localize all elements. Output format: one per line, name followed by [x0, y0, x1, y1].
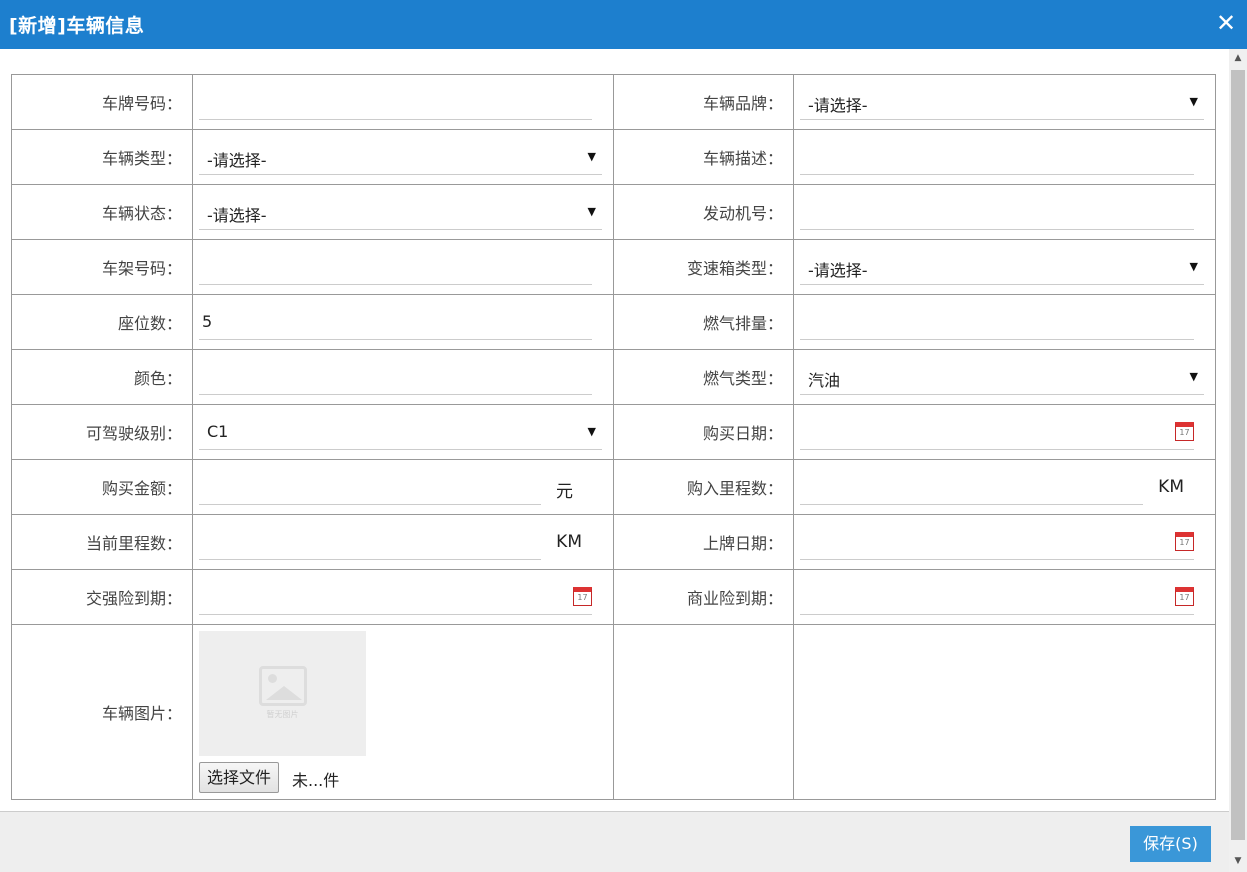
purchase-date-label: 购买日期： [613, 404, 794, 460]
scroll-up-icon[interactable]: ▲ [1229, 53, 1247, 65]
color-input[interactable] [199, 362, 592, 395]
seats-label: 座位数： [11, 294, 193, 350]
fuel-type-select-value: 汽油 [808, 371, 841, 390]
vehicle-form: 车牌号码： 车辆品牌： -请选择- ▼ 车辆类型： -请选择- ▼ 车辆描述： 车辆… [11, 74, 1216, 800]
brand-label: 车辆品牌： [613, 74, 794, 130]
purchase-amount-label: 购买金额： [11, 459, 193, 515]
status-select-value: -请选择- [207, 206, 267, 225]
transmission-select-value: -请选择- [808, 261, 868, 280]
file-name-text: 未...件 [292, 771, 340, 790]
current-mileage-input[interactable] [199, 527, 541, 560]
vertical-scrollbar[interactable]: ▲ ▼ [1229, 49, 1247, 872]
calendar-day: 17 [1179, 428, 1190, 437]
scrollbar-thumb[interactable] [1231, 70, 1245, 840]
displacement-input[interactable] [800, 307, 1194, 340]
commercial-insurance-input[interactable] [800, 582, 1194, 615]
current-mileage-label: 当前里程数： [11, 514, 193, 570]
close-icon[interactable]: ✕ [1215, 9, 1237, 37]
vehicle-type-label: 车辆类型： [11, 129, 193, 185]
license-class-label: 可驾驶级别： [11, 404, 193, 460]
dropdown-arrow-icon: ▼ [1189, 370, 1198, 383]
scroll-down-icon[interactable]: ▼ [1229, 856, 1247, 868]
calendar-day: 17 [577, 593, 588, 602]
plate-date-label: 上牌日期： [613, 514, 794, 570]
dropdown-arrow-icon: ▼ [1189, 260, 1198, 273]
color-label: 颜色： [11, 349, 193, 405]
dropdown-arrow-icon: ▼ [587, 425, 596, 438]
license-class-select-value: C1 [207, 422, 229, 441]
frame-number-label: 车架号码： [11, 239, 193, 295]
compulsory-insurance-label: 交强险到期： [11, 569, 193, 625]
transmission-label: 变速箱类型： [613, 239, 794, 295]
compulsory-insurance-input[interactable] [199, 582, 592, 615]
purchase-amount-unit: 元 [556, 482, 573, 502]
current-mileage-unit: KM [556, 532, 582, 552]
choose-file-button[interactable]: 选择文件 [199, 762, 280, 793]
purchase-mileage-input[interactable] [800, 472, 1143, 505]
plate-number-label: 车牌号码： [11, 74, 193, 130]
purchase-mileage-unit: KM [1158, 477, 1184, 497]
vehicle-type-select[interactable]: -请选择- ▼ [199, 142, 602, 175]
status-label: 车辆状态： [11, 184, 193, 240]
engine-number-input[interactable] [800, 197, 1194, 230]
vehicle-type-select-value: -请选择- [207, 151, 267, 170]
calendar-icon[interactable]: 17 [1175, 532, 1194, 551]
displacement-label: 燃气排量： [613, 294, 794, 350]
photo-label: 车辆图片： [11, 624, 193, 800]
engine-number-label: 发动机号： [613, 184, 794, 240]
photo-placeholder: 暂无图片 [199, 631, 366, 756]
dialog-content: 车牌号码： 车辆品牌： -请选择- ▼ 车辆类型： -请选择- ▼ 车辆描述： 车辆… [0, 49, 1229, 811]
commercial-insurance-label: 商业险到期： [613, 569, 794, 625]
dropdown-arrow-icon: ▼ [1189, 95, 1198, 108]
empty-cell [793, 624, 1216, 800]
seats-input[interactable]: 5 [199, 307, 592, 340]
dropdown-arrow-icon: ▼ [587, 205, 596, 218]
description-label: 车辆描述： [613, 129, 794, 185]
brand-select-value: -请选择- [808, 96, 868, 115]
fuel-type-select[interactable]: 汽油 ▼ [800, 362, 1204, 395]
photo-placeholder-caption: 暂无图片 [266, 710, 299, 719]
fuel-type-label: 燃气类型： [613, 349, 794, 405]
license-class-select[interactable]: C1 ▼ [199, 417, 602, 450]
calendar-icon[interactable]: 17 [1175, 587, 1194, 606]
calendar-day: 17 [1179, 593, 1190, 602]
dialog-titlebar: [新增]车辆信息 ✕ [0, 0, 1247, 49]
frame-number-input[interactable] [199, 252, 592, 285]
plate-number-input[interactable] [199, 87, 592, 120]
status-select[interactable]: -请选择- ▼ [199, 197, 602, 230]
brand-select[interactable]: -请选择- ▼ [800, 87, 1204, 120]
image-icon [259, 666, 307, 706]
description-input[interactable] [800, 142, 1194, 175]
calendar-icon[interactable]: 17 [573, 587, 592, 606]
calendar-icon[interactable]: 17 [1175, 422, 1194, 441]
dialog-footer: 保存(S) [0, 811, 1229, 872]
purchase-amount-input[interactable] [199, 472, 541, 505]
purchase-mileage-label: 购入里程数： [613, 459, 794, 515]
dialog-title: [新增]车辆信息 [9, 15, 145, 37]
dropdown-arrow-icon: ▼ [587, 150, 596, 163]
calendar-day: 17 [1179, 538, 1190, 547]
plate-date-input[interactable] [800, 527, 1194, 560]
save-button[interactable]: 保存(S) [1130, 826, 1211, 862]
empty-cell [613, 624, 794, 800]
purchase-date-input[interactable] [800, 417, 1194, 450]
transmission-select[interactable]: -请选择- ▼ [800, 252, 1204, 285]
